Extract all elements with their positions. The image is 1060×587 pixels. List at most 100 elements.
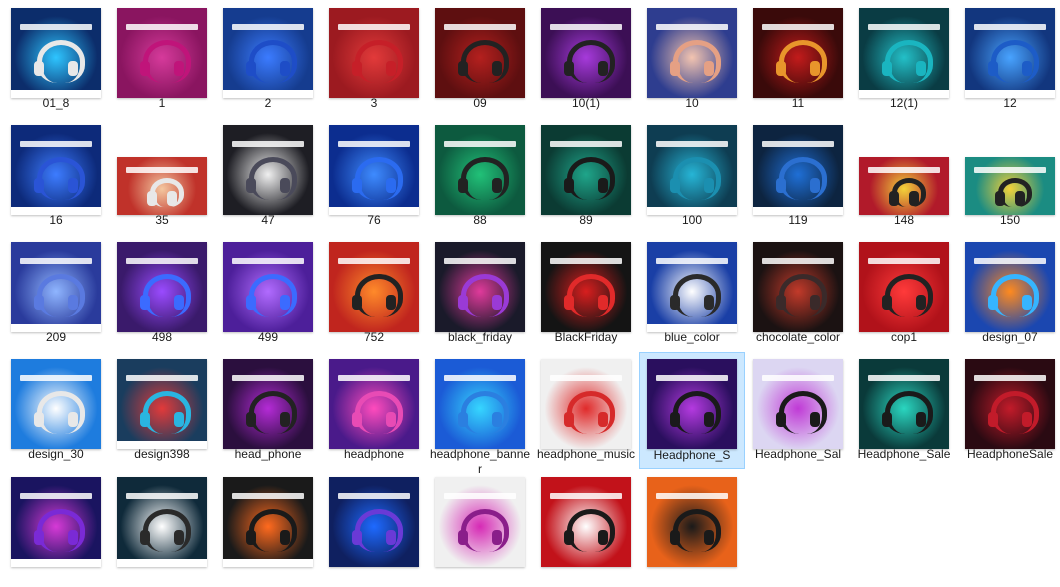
file-item[interactable]: Headphone_S [639,352,745,469]
file-name-label: 16 [49,213,63,227]
file-item[interactable]: cop1 [851,235,957,352]
ear-cup [68,61,78,76]
headphone-icon [37,157,85,200]
file-name-label: 89 [579,213,593,227]
file-item[interactable]: 10(1) [533,1,639,118]
file-name-label: Headphone_Sale [857,447,951,461]
file-name-label: headphone [343,447,405,461]
ear-cup [34,295,44,310]
ear-cup [889,191,899,206]
file-name-label: 12 [1003,96,1017,110]
thumbnail-title-bar [550,493,622,499]
file-item[interactable]: 1 [109,1,215,118]
file-item[interactable]: headphone_banner [427,352,533,476]
file-item[interactable]: 209 [3,235,109,352]
thumbnail-title-bar [656,375,728,381]
file-item[interactable] [533,470,639,587]
file-item[interactable]: 752 [321,235,427,352]
ear-cup [704,61,714,76]
file-item[interactable]: 100 [639,118,745,235]
ear-cup [492,412,502,427]
headphone-icon [355,274,403,317]
file-item[interactable]: 3 [321,1,427,118]
ear-cup [564,412,574,427]
thumbnail-frame [859,8,949,98]
file-item[interactable] [321,470,427,587]
file-item[interactable]: 35 [109,118,215,235]
image-thumbnail [223,242,313,332]
file-item[interactable]: 11 [745,1,851,118]
image-thumbnail [859,242,949,332]
file-item[interactable]: 10 [639,1,745,118]
thumbnail-title-bar [20,493,92,499]
file-item[interactable]: 01_8 [3,1,109,118]
thumbnail-title-bar [868,375,940,381]
image-thumbnail [753,359,843,449]
file-item[interactable]: black_friday [427,235,533,352]
ear-cup [68,412,78,427]
file-item[interactable] [427,470,533,587]
file-item[interactable] [215,470,321,587]
ear-cup [670,530,680,545]
file-item[interactable]: 148 [851,118,957,235]
file-item[interactable]: 76 [321,118,427,235]
file-item[interactable]: head_phone [215,352,321,469]
image-thumbnail [753,242,843,332]
file-item[interactable]: design_07 [957,235,1060,352]
ear-cup [280,178,290,193]
file-item[interactable]: 150 [957,118,1060,235]
thumbnail-frame [647,125,737,215]
headphone-icon [249,509,297,552]
file-item[interactable]: 119 [745,118,851,235]
headphone-icon [673,391,721,434]
file-item[interactable]: 09 [427,1,533,118]
headphone-icon [567,157,615,200]
headphone-icon [779,40,827,83]
file-item[interactable]: 12(1) [851,1,957,118]
file-item[interactable]: 89 [533,118,639,235]
file-item[interactable]: 12 [957,1,1060,118]
file-item[interactable]: HeadphoneSale [957,352,1060,469]
ear-cup [458,178,468,193]
file-item[interactable]: blue_color [639,235,745,352]
ear-cup [492,178,502,193]
thumbnail-frame [11,242,101,332]
ear-cup [704,530,714,545]
file-item[interactable] [3,470,109,587]
file-item[interactable]: headphone_music [533,352,639,469]
image-thumbnail [541,359,631,449]
ear-cup [352,178,362,193]
thumbnail-title-bar [338,258,410,264]
thumbnail-title-bar [444,375,516,381]
file-item[interactable]: 499 [215,235,321,352]
ear-cup [564,295,574,310]
file-item[interactable] [109,470,215,587]
thumbnail-title-bar [656,141,728,147]
ear-cup [670,412,680,427]
file-item[interactable]: BlackFriday [533,235,639,352]
file-item[interactable]: 47 [215,118,321,235]
thumbnail-frame [753,8,843,98]
ear-cup [704,412,714,427]
image-thumbnail [753,8,843,98]
file-item[interactable]: design_30 [3,352,109,469]
thumbnail-title-bar [656,24,728,30]
file-item[interactable]: Headphone_Sal [745,352,851,469]
headphone-icon [673,157,721,200]
ear-cup [598,412,608,427]
file-item[interactable]: 498 [109,235,215,352]
headphone-icon [991,40,1039,83]
file-item[interactable]: 2 [215,1,321,118]
image-thumbnail [117,477,207,567]
thumbnail-title-bar [762,375,834,381]
file-item[interactable]: design398 [109,352,215,469]
file-item[interactable]: headphone [321,352,427,469]
thumbnail-title-bar [126,375,198,381]
file-item[interactable]: 88 [427,118,533,235]
file-item[interactable] [639,470,745,587]
file-item[interactable]: 16 [3,118,109,235]
file-item[interactable]: Headphone_Sale [851,352,957,469]
file-item[interactable]: chocolate_color [745,235,851,352]
ear-cup [1022,412,1032,427]
thumbnail-frame [541,8,631,98]
